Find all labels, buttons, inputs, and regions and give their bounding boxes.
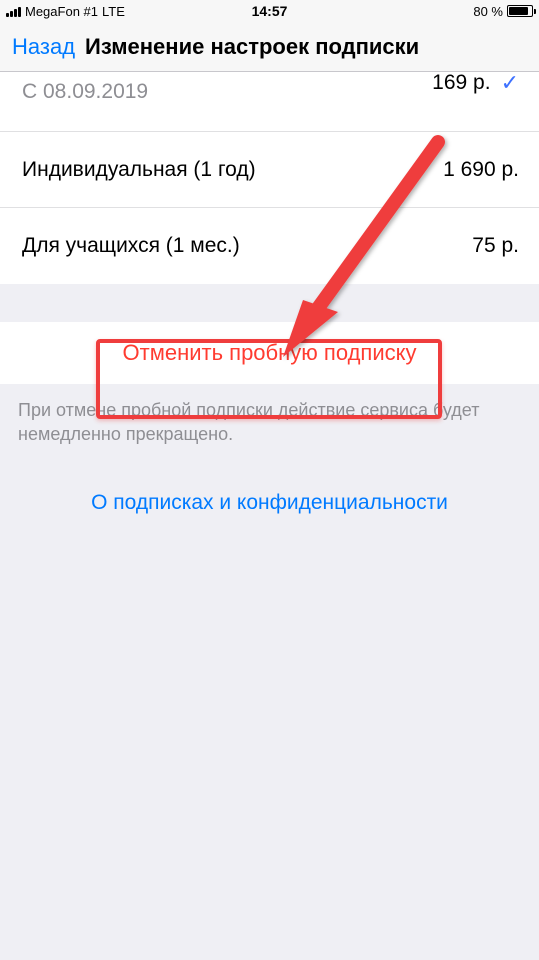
nav-bar: Назад Изменение настроек подписки — [0, 22, 539, 72]
plan-row-yearly[interactable]: Индивидуальная (1 год) 1 690 р. — [0, 132, 539, 208]
plan-price-yearly: 1 690 р. — [443, 158, 519, 182]
status-left: MegaFon #1 LTE — [6, 4, 125, 19]
plan-price-student: 75 р. — [472, 234, 519, 258]
privacy-section: О подписках и конфиденциальности — [0, 461, 539, 545]
checkmark-icon: ✓ — [501, 70, 519, 96]
plan-row-student[interactable]: Для учащихся (1 мес.) 75 р. — [0, 208, 539, 284]
plan-label-student: Для учащихся (1 мес.) — [22, 234, 240, 258]
status-time: 14:57 — [252, 3, 288, 19]
plan-start-date: С 08.09.2019 — [22, 80, 148, 104]
status-bar: MegaFon #1 LTE 14:57 80 % — [0, 0, 539, 22]
cancel-section: Отменить пробную подписку — [0, 322, 539, 384]
plans-list: С 08.09.2019 169 р. ✓ Индивидуальная (1 … — [0, 72, 539, 284]
signal-icon — [6, 6, 21, 17]
plan-row-current[interactable]: С 08.09.2019 169 р. ✓ — [0, 72, 539, 132]
cancel-note: При отмене пробной подписки действие сер… — [0, 384, 539, 461]
page-title: Изменение настроек подписки — [85, 34, 419, 60]
cancel-trial-button[interactable]: Отменить пробную подписку — [123, 340, 417, 366]
privacy-link[interactable]: О подписках и конфиденциальности — [91, 491, 448, 514]
battery-icon — [507, 5, 533, 17]
network-label: LTE — [102, 4, 125, 19]
back-button[interactable]: Назад — [12, 34, 75, 60]
plan-label-yearly: Индивидуальная (1 год) — [22, 158, 256, 182]
battery-percent: 80 % — [473, 4, 503, 19]
plan-price-current: 169 р. — [432, 71, 490, 95]
status-right: 80 % — [473, 4, 533, 19]
section-gap — [0, 284, 539, 322]
carrier-label: MegaFon #1 — [25, 4, 98, 19]
